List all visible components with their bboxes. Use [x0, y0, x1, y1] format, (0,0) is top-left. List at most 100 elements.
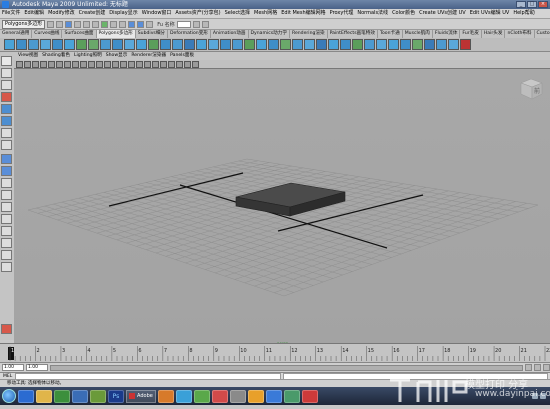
snap-curve-icon[interactable]: [110, 20, 118, 28]
bookmarks-icon[interactable]: [32, 60, 39, 68]
smooth-shade-icon[interactable]: [112, 60, 119, 68]
sculpt-geometry-icon[interactable]: [388, 39, 399, 50]
extrude-icon[interactable]: [184, 39, 195, 50]
offset-edge-loop-icon[interactable]: [244, 39, 255, 50]
app-green-icon[interactable]: [193, 389, 210, 403]
scale-tool-icon[interactable]: [1, 116, 12, 126]
soft-modification-icon[interactable]: [1, 140, 12, 150]
planar-mapping-icon[interactable]: [328, 39, 339, 50]
panel-menu-renderer[interactable]: Renderer渲染器: [129, 52, 168, 60]
lasso-tool-icon[interactable]: [1, 68, 12, 78]
layout-slot-icon[interactable]: [1, 262, 12, 272]
append-polygon-icon[interactable]: [208, 39, 219, 50]
subdiv-proxy-icon[interactable]: [448, 39, 459, 50]
relationship-layout-icon[interactable]: [1, 238, 12, 248]
app-blue-icon[interactable]: [265, 389, 282, 403]
app-teal-icon[interactable]: [283, 389, 300, 403]
safe-action-icon[interactable]: [88, 60, 95, 68]
select-object-icon[interactable]: [83, 20, 91, 28]
graph-editor-layout-icon[interactable]: [1, 226, 12, 236]
wireframe-on-shaded-icon[interactable]: [120, 60, 127, 68]
tab-ncloth[interactable]: nCloth布料: [505, 30, 535, 38]
four-view-layout-icon[interactable]: [1, 166, 12, 176]
isolate-select-icon[interactable]: [176, 60, 183, 68]
tab-paint-effects[interactable]: PaintEffects画笔特效: [328, 30, 378, 38]
extract-icon[interactable]: [100, 39, 111, 50]
tab-general[interactable]: General通用: [0, 30, 33, 38]
app-taskbar-icon[interactable]: [90, 389, 106, 403]
menu-normals[interactable]: Normals法线: [355, 9, 390, 18]
tab-deformation[interactable]: Deformation变形: [168, 30, 211, 38]
explorer-icon[interactable]: [36, 389, 52, 403]
menu-edit[interactable]: Edit编辑: [22, 9, 46, 18]
reverse-normals-icon[interactable]: [292, 39, 303, 50]
attribute-editor-icon[interactable]: [192, 20, 200, 28]
app-gray-icon[interactable]: [229, 389, 246, 403]
tab-curves[interactable]: Curves曲线: [32, 30, 63, 38]
time-slider[interactable]: 12345678910111213141516171819202122: [0, 343, 550, 363]
select-tool-icon[interactable]: [1, 56, 12, 66]
soften-edge-icon[interactable]: [304, 39, 315, 50]
delete-edge-icon[interactable]: [280, 39, 291, 50]
resolution-gate-icon[interactable]: [64, 60, 71, 68]
insert-edge-loop-icon[interactable]: [232, 39, 243, 50]
save-scene-icon[interactable]: [65, 20, 73, 28]
tab-custom[interactable]: Custom自定义: [535, 30, 550, 38]
menu-help[interactable]: Help帮助: [511, 9, 536, 18]
perspective-viewport[interactable]: 前 persp: [14, 69, 550, 343]
reduce-icon[interactable]: [436, 39, 447, 50]
select-hierarchy-icon[interactable]: [74, 20, 82, 28]
tab-dynamics[interactable]: Dynamics动力学: [249, 30, 290, 38]
booleans-icon[interactable]: [112, 39, 123, 50]
field-chart-icon[interactable]: [80, 60, 87, 68]
combine-icon[interactable]: [76, 39, 87, 50]
paint-select-tool-icon[interactable]: [1, 80, 12, 90]
close-button[interactable]: ×: [538, 1, 548, 8]
panel-menu-view[interactable]: View视图: [16, 52, 40, 60]
panel-menu-lighting[interactable]: Lighting照明: [72, 52, 104, 60]
cylindrical-mapping-icon[interactable]: [340, 39, 351, 50]
range-start-field[interactable]: 1.00: [2, 364, 24, 371]
ipr-render-icon[interactable]: [137, 20, 145, 28]
menu-proxy[interactable]: Proxy代理: [328, 9, 356, 18]
split-polygon-icon[interactable]: [220, 39, 231, 50]
shadows-icon[interactable]: [144, 60, 151, 68]
bevel-icon[interactable]: [256, 39, 267, 50]
app-red-icon[interactable]: [211, 389, 228, 403]
cleanup-icon[interactable]: [424, 39, 435, 50]
menu-assets[interactable]: Assets资产(分享包): [173, 9, 222, 18]
maya-taskbar-icon[interactable]: [72, 389, 88, 403]
frame-selection-icon[interactable]: [192, 60, 199, 68]
new-scene-icon[interactable]: [47, 20, 55, 28]
panel-menu-panels[interactable]: Panels面板: [168, 52, 196, 60]
fill-hole-icon[interactable]: [148, 39, 159, 50]
render-icon[interactable]: [128, 20, 136, 28]
poly-plane-icon[interactable]: [52, 39, 63, 50]
qq-icon[interactable]: [175, 389, 192, 403]
menu-color[interactable]: Color颜色: [390, 9, 417, 18]
poly-cube-icon[interactable]: [16, 39, 27, 50]
poly-cylinder-icon[interactable]: [28, 39, 39, 50]
paint-selection-icon[interactable]: [400, 39, 411, 50]
animation-preferences-icon[interactable]: [543, 364, 550, 371]
tray-network-icon[interactable]: [532, 393, 538, 399]
media-player-icon[interactable]: [54, 389, 70, 403]
start-button[interactable]: [2, 389, 16, 403]
auto-key-icon[interactable]: [534, 364, 541, 371]
triangulate-icon[interactable]: [160, 39, 171, 50]
view-cube[interactable]: 前: [518, 77, 544, 101]
shelf-custom-tool-icon[interactable]: [460, 39, 471, 50]
grid-toggle-icon[interactable]: [48, 60, 55, 68]
character-set-icon[interactable]: [525, 364, 532, 371]
menu-edit-mesh[interactable]: Edit Mesh编辑网格: [279, 9, 327, 18]
outliner-layout-icon[interactable]: [1, 214, 12, 224]
bridge-icon[interactable]: [196, 39, 207, 50]
tab-surfaces[interactable]: Surfaces曲面: [62, 30, 97, 38]
name-field[interactable]: [176, 20, 191, 28]
select-camera-icon[interactable]: [16, 60, 23, 68]
single-perspective-layout-icon[interactable]: [1, 154, 12, 164]
menu-create-uvs[interactable]: Create UVs创建 UV: [417, 9, 468, 18]
select-component-icon[interactable]: [92, 20, 100, 28]
poly-cone-icon[interactable]: [40, 39, 51, 50]
range-slider-bar[interactable]: [50, 364, 523, 371]
